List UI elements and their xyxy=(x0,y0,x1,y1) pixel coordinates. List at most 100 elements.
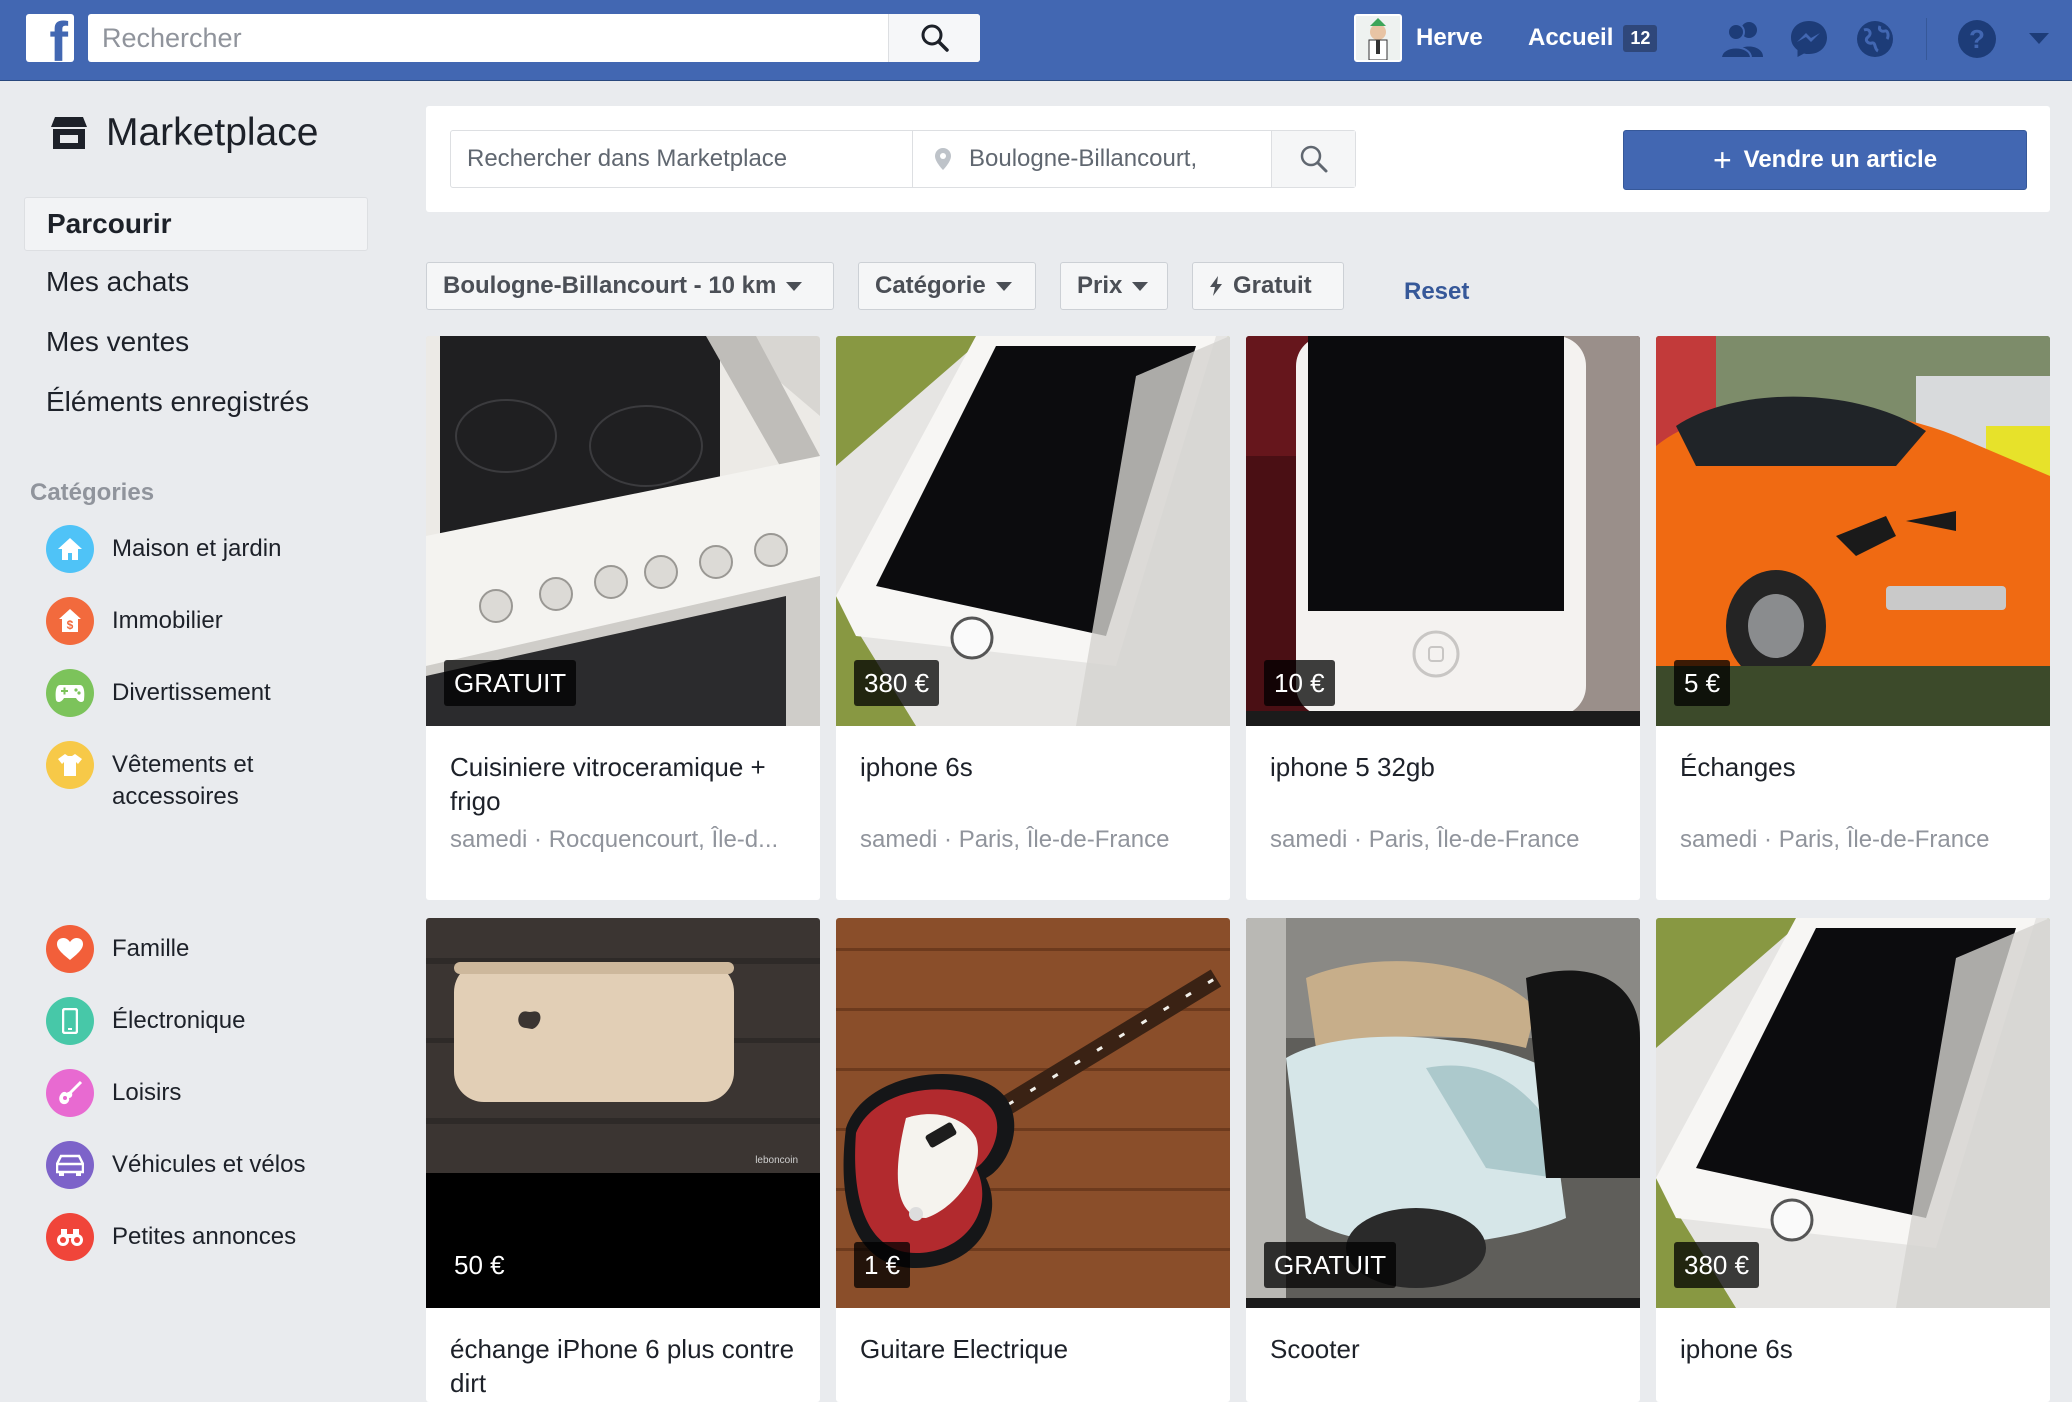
listing-photo-iphone-6s: 380 € xyxy=(1656,918,2050,1308)
location-field[interactable]: Boulogne-Billancourt, xyxy=(912,131,1234,187)
price-badge: GRATUIT xyxy=(1264,1242,1397,1288)
account-menu-chevron-down-icon[interactable] xyxy=(2016,16,2062,62)
price-badge: 1 € xyxy=(854,1242,911,1288)
price-badge: 380 € xyxy=(1674,1242,1760,1288)
listing-title: Échanges xyxy=(1680,752,1796,782)
listing-title: iphone 6s xyxy=(860,752,973,782)
profile-link[interactable]: Herve xyxy=(1354,14,1483,62)
listing-meta: samedi · Rocquencourt, Île-d... xyxy=(450,826,779,853)
category-classifieds[interactable]: Petites annonces xyxy=(46,1213,352,1261)
free-filter[interactable]: Gratuit xyxy=(1192,262,1344,310)
price-badge: 10 € xyxy=(1264,660,1335,706)
category-entertainment[interactable]: Divertissement xyxy=(46,669,352,717)
listing-title: Scooter xyxy=(1270,1334,1360,1364)
category-label: Immobilier xyxy=(112,607,223,634)
facebook-logo-icon[interactable]: f xyxy=(26,14,74,62)
listing-title: Cuisiniere vitroceramique + frigo xyxy=(450,752,766,816)
price-filter[interactable]: Prix xyxy=(1060,262,1168,310)
marketplace-store-icon xyxy=(51,117,87,149)
listing-title: Guitare Electrique xyxy=(860,1334,1069,1364)
location-value: Boulogne-Billancourt, xyxy=(969,145,1198,172)
listing-meta: samedi · Paris, Île-de-France xyxy=(1680,826,1990,853)
house-icon xyxy=(46,525,94,573)
heart-icon xyxy=(46,925,94,973)
nav-my-sales[interactable]: Mes ventes xyxy=(24,315,368,369)
marketplace-search-panel: Boulogne-Billancourt, + Vendre un articl… xyxy=(426,106,2050,212)
gamepad-icon xyxy=(46,669,94,717)
category-filter[interactable]: Catégorie xyxy=(858,262,1036,310)
search-icon xyxy=(921,24,949,52)
listing-card[interactable]: GRATUIT Cuisiniere vitroceramique + frig… xyxy=(426,336,820,900)
top-search-input[interactable] xyxy=(88,14,888,62)
filter-label: Boulogne-Billancourt - 10 km xyxy=(443,272,777,299)
lightning-icon xyxy=(1210,276,1222,296)
category-real-estate[interactable]: $ Immobilier xyxy=(46,597,352,645)
listing-title: iphone 5 32gb xyxy=(1270,752,1435,782)
category-hobbies[interactable]: Loisirs xyxy=(46,1069,352,1117)
help-icon[interactable]: ? xyxy=(1954,16,2000,62)
search-icon xyxy=(1300,145,1327,173)
plus-icon: + xyxy=(1712,142,1732,178)
listing-card[interactable]: GRATUIT Scooter xyxy=(1246,918,1640,1402)
category-label: Véhicules et vélos xyxy=(112,1151,306,1178)
sell-item-button[interactable]: + Vendre un article xyxy=(1623,130,2027,190)
nav-label: Mes achats xyxy=(46,266,190,297)
listing-card[interactable]: leboncoin 50 € échange iPhone 6 plus con… xyxy=(426,918,820,1402)
marketplace-search-button[interactable] xyxy=(1271,131,1355,187)
price-badge: GRATUIT xyxy=(444,660,577,706)
category-electronics[interactable]: Électronique xyxy=(46,997,352,1045)
price-badge: 380 € xyxy=(854,660,940,706)
category-label: Électronique xyxy=(112,1007,246,1034)
svg-text:?: ? xyxy=(1969,24,1985,54)
avatar xyxy=(1354,14,1402,62)
listing-photo-iphone-6-plus: leboncoin 50 € xyxy=(426,918,820,1308)
listing-meta: samedi · Paris, Île-de-France xyxy=(860,826,1170,853)
listing-photo-electric-guitar: 1 € xyxy=(836,918,1230,1308)
category-label: Maison et jardin xyxy=(112,535,282,562)
price-badge: 5 € xyxy=(1674,660,1731,706)
profile-name: Herve xyxy=(1416,24,1483,51)
marketplace-header[interactable]: Marketplace xyxy=(50,111,318,155)
category-home-garden[interactable]: Maison et jardin xyxy=(46,525,352,573)
category-vehicles-bikes[interactable]: Véhicules et vélos xyxy=(46,1141,352,1189)
category-label: Vêtements et accessoires xyxy=(112,751,254,810)
listing-card[interactable]: 1 € Guitare Electrique xyxy=(836,918,1230,1402)
listing-card[interactable]: 5 € Échanges samedi · Paris, Île-de-Fran… xyxy=(1656,336,2050,900)
category-label: Divertissement xyxy=(112,679,271,706)
category-label: Famille xyxy=(112,935,190,962)
marketplace-title: Marketplace xyxy=(106,111,319,154)
guitar-icon xyxy=(46,1069,94,1117)
binoculars-icon xyxy=(46,1213,94,1261)
filter-label: Prix xyxy=(1077,272,1123,299)
nav-label: Éléments enregistrés xyxy=(46,386,310,417)
sell-item-label: Vendre un article xyxy=(1743,146,1938,173)
marketplace-sidebar: Marketplace Parcourir Mes achats Mes ven… xyxy=(0,81,400,1402)
nav-browse[interactable]: Parcourir xyxy=(24,197,368,251)
listing-meta: samedi · Paris, Île-de-France xyxy=(1270,826,1580,853)
friend-requests-icon[interactable] xyxy=(1720,16,1766,62)
location-pin-icon xyxy=(935,148,951,170)
category-family[interactable]: Famille xyxy=(46,925,352,973)
car-icon xyxy=(46,1141,94,1189)
search-button[interactable] xyxy=(888,14,980,62)
caret-down-icon xyxy=(995,281,1012,291)
filter-label: Catégorie xyxy=(875,272,986,299)
location-radius-filter[interactable]: Boulogne-Billancourt - 10 km xyxy=(426,262,834,310)
category-label: Loisirs xyxy=(112,1079,182,1106)
listing-card[interactable]: 10 € iphone 5 32gb samedi · Paris, Île-d… xyxy=(1246,336,1640,900)
listing-card[interactable]: 380 € iphone 6s samedi · Paris, Île-de-F… xyxy=(836,336,1230,900)
tshirt-icon xyxy=(46,741,94,789)
nav-saved-items[interactable]: Éléments enregistrés xyxy=(24,375,368,429)
filter-label: Gratuit xyxy=(1233,272,1312,299)
nav-my-purchases[interactable]: Mes achats xyxy=(24,255,368,309)
reset-filters-link[interactable]: Reset xyxy=(1404,278,1469,306)
marketplace-search-input[interactable] xyxy=(451,131,911,187)
listing-card[interactable]: 380 € iphone 6s xyxy=(1656,918,2050,1402)
listing-photo-iphone-5: 10 € xyxy=(1246,336,1640,726)
messenger-icon[interactable] xyxy=(1786,16,1832,62)
home-label: Accueil xyxy=(1528,24,1614,51)
home-link[interactable]: Accueil 12 xyxy=(1528,14,1658,62)
globe-notifications-icon[interactable] xyxy=(1852,16,1898,62)
listing-photo-scooter: GRATUIT xyxy=(1246,918,1640,1308)
category-clothing-accessories[interactable]: Vêtements et accessoires xyxy=(46,741,352,813)
